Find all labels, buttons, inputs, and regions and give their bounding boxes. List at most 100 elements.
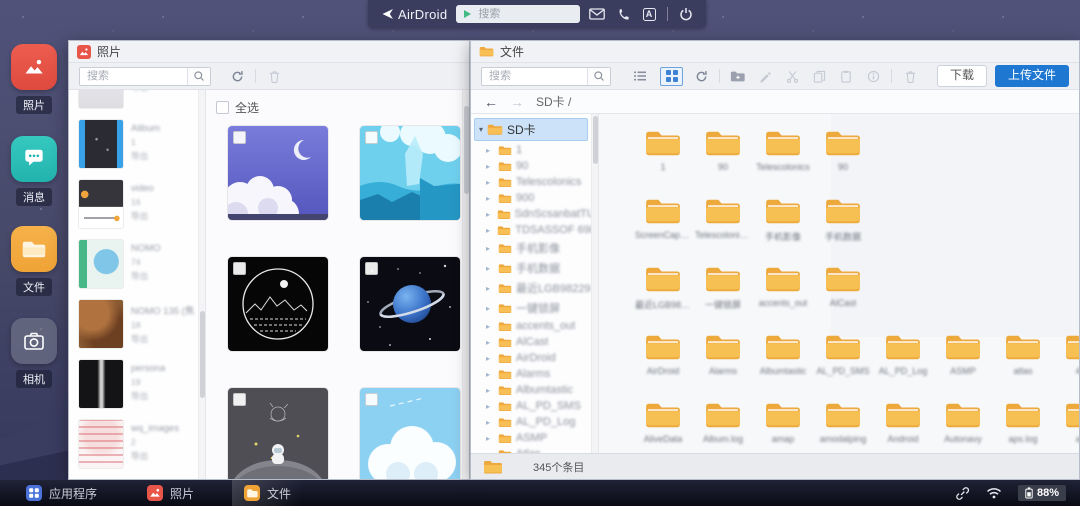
folder-item[interactable]: amodalping <box>813 400 873 444</box>
tree-expand-icon[interactable]: ▸ <box>486 226 493 235</box>
photo-grid-scrollbar[interactable] <box>462 90 469 479</box>
folder-item[interactable]: atlas <box>993 332 1053 376</box>
forward-arrow-icon[interactable]: → <box>510 95 524 109</box>
rename-icon[interactable] <box>756 67 774 85</box>
desktop-icon-camera[interactable]: 相机 <box>0 318 68 388</box>
message-icon[interactable] <box>589 6 605 22</box>
tree-expand-icon[interactable]: ▸ <box>486 194 494 203</box>
folder-item[interactable]: Telescolonic... <box>693 196 753 243</box>
folder-item[interactable]: Album.log <box>693 400 753 444</box>
tree-item[interactable]: ▸ 90 <box>471 158 598 174</box>
tree-expand-icon[interactable]: ▸ <box>486 244 494 253</box>
tree-expand-icon[interactable]: ▾ <box>479 125 483 134</box>
tree-expand-icon[interactable]: ▸ <box>486 178 494 187</box>
folder-item[interactable]: aps.log <box>993 400 1053 444</box>
tree-scrollbar[interactable] <box>591 114 598 453</box>
tree-item[interactable]: ▸ AL_PD_Log <box>471 414 598 430</box>
paste-icon[interactable] <box>837 67 855 85</box>
tree-item[interactable]: ▸ 最近LGB98229 <box>471 278 598 298</box>
photo-grid-scrollbar-thumb[interactable] <box>464 106 469 194</box>
folder-item[interactable]: Android <box>873 400 933 444</box>
album-item[interactable]: video 16 导出 <box>69 174 205 234</box>
album-item[interactable]: wq_images 2 导出 <box>69 414 205 474</box>
folder-item[interactable]: 最近LGB982... <box>633 264 693 311</box>
desktop-icon-messages[interactable]: 消息 <box>0 136 68 206</box>
tree-expand-icon[interactable]: ▸ <box>486 322 494 331</box>
tree-item[interactable]: ▸ AirDroid <box>471 350 598 366</box>
folder-item[interactable]: Autonavy <box>933 400 993 444</box>
tree-expand-icon[interactable]: ▸ <box>486 284 494 293</box>
folder-item[interactable]: Alarms <box>693 332 753 376</box>
tree-item[interactable]: ▸ Telescolonics <box>471 174 598 190</box>
photo-checkbox[interactable] <box>365 262 378 275</box>
folder-item[interactable]: AirDroid <box>633 332 693 376</box>
folder-item[interactable]: apk <box>1053 400 1079 444</box>
desktop-icon-files[interactable]: 文件 <box>0 226 68 296</box>
folder-item[interactable]: AlCast <box>813 264 873 311</box>
folder-item[interactable]: AL_PD_SMS <box>813 332 873 376</box>
photo-item-big-cloud[interactable] <box>360 388 460 479</box>
search-icon[interactable] <box>587 68 610 85</box>
tree-item[interactable]: ▸ 手机影像 <box>471 238 598 258</box>
album-scrollbar-thumb[interactable] <box>200 311 205 398</box>
desktop-icon-photos[interactable]: 照片 <box>0 44 68 114</box>
taskbar-item-files[interactable]: 文件 <box>232 480 303 506</box>
folder-item[interactable]: 一键锁屏 <box>693 264 753 311</box>
phone-icon[interactable] <box>615 6 631 22</box>
list-view-icon[interactable] <box>628 67 651 86</box>
album-item[interactable]: NOMO 135 (焦... 18 导出 <box>69 294 205 354</box>
tree-item[interactable]: ▸ ASMP <box>471 430 598 446</box>
select-all-checkbox[interactable] <box>216 101 229 114</box>
photo-checkbox[interactable] <box>365 131 378 144</box>
trash-icon[interactable] <box>265 67 283 85</box>
tree-expand-icon[interactable]: ▸ <box>486 264 494 273</box>
photos-search-input[interactable] <box>80 70 187 82</box>
tree-item[interactable]: ▸ 1 <box>471 142 598 158</box>
search-icon[interactable] <box>187 68 210 85</box>
tree-scrollbar-thumb[interactable] <box>593 116 598 164</box>
folder-item[interactable]: 手机数据 <box>813 196 873 243</box>
trash-icon[interactable] <box>901 67 919 85</box>
taskbar-item-apps[interactable]: 应用程序 <box>14 480 109 506</box>
folder-item[interactable]: 手机影像 <box>753 196 813 243</box>
album-scrollbar[interactable] <box>198 90 205 479</box>
photo-checkbox[interactable] <box>233 393 246 406</box>
tree-item[interactable]: ▸ Alarms <box>471 366 598 382</box>
photo-item-circle-moon-drawing[interactable] <box>228 257 328 351</box>
tree-expand-icon[interactable]: ▸ <box>486 338 494 347</box>
tree-expand-icon[interactable]: ▸ <box>486 450 494 454</box>
album-item[interactable]: Alibum 1 导出 <box>69 114 205 174</box>
folder-item[interactable]: accents_out <box>753 264 813 311</box>
tree-item[interactable]: ▸ AlCast <box>471 334 598 350</box>
tree-item[interactable]: ▸ AL_PD_SMS <box>471 398 598 414</box>
folder-item[interactable]: 90 <box>693 128 753 172</box>
tree-item[interactable]: ▸ accents_out <box>471 318 598 334</box>
tree-item[interactable]: ▸ Albumtastic <box>471 382 598 398</box>
tree-item[interactable]: ▸ Atlas <box>471 446 598 453</box>
folder-item[interactable]: Telescolonics <box>753 128 813 172</box>
folder-item[interactable]: 90 <box>813 128 873 172</box>
tree-root-sdcard[interactable]: ▾ SD卡 <box>474 118 588 141</box>
photo-checkbox[interactable] <box>365 393 378 406</box>
files-window-titlebar[interactable]: 文件 <box>471 41 1079 63</box>
folder-item[interactable]: ScreenCaptu... <box>633 196 693 243</box>
folder-item[interactable]: ASMP <box>933 332 993 376</box>
photo-checkbox[interactable] <box>233 131 246 144</box>
power-icon[interactable] <box>678 6 694 22</box>
topbar-search[interactable] <box>456 5 580 23</box>
tree-expand-icon[interactable]: ▸ <box>486 146 494 155</box>
files-search[interactable] <box>481 67 611 86</box>
copy-icon[interactable] <box>810 67 828 85</box>
grid-view-icon[interactable] <box>660 67 683 86</box>
tree-expand-icon[interactable]: ▸ <box>486 304 494 313</box>
tree-item[interactable]: ▸ SdnScsanbatTUS... <box>471 206 598 222</box>
tree-item[interactable]: ▸ 一键锁屏 <box>471 298 598 318</box>
album-item[interactable]: 相册 导出 <box>69 90 205 114</box>
download-button[interactable]: 下载 <box>937 65 987 88</box>
tree-expand-icon[interactable]: ▸ <box>486 354 494 363</box>
tree-item[interactable]: ▸ TDSASSOF 6988 <box>471 222 598 238</box>
photo-item-night-sky[interactable] <box>228 126 328 220</box>
photos-window-titlebar[interactable]: 照片 <box>69 41 469 63</box>
folder-item[interactable]: Albumtastic <box>753 332 813 376</box>
folder-item[interactable]: 1 <box>633 128 693 172</box>
